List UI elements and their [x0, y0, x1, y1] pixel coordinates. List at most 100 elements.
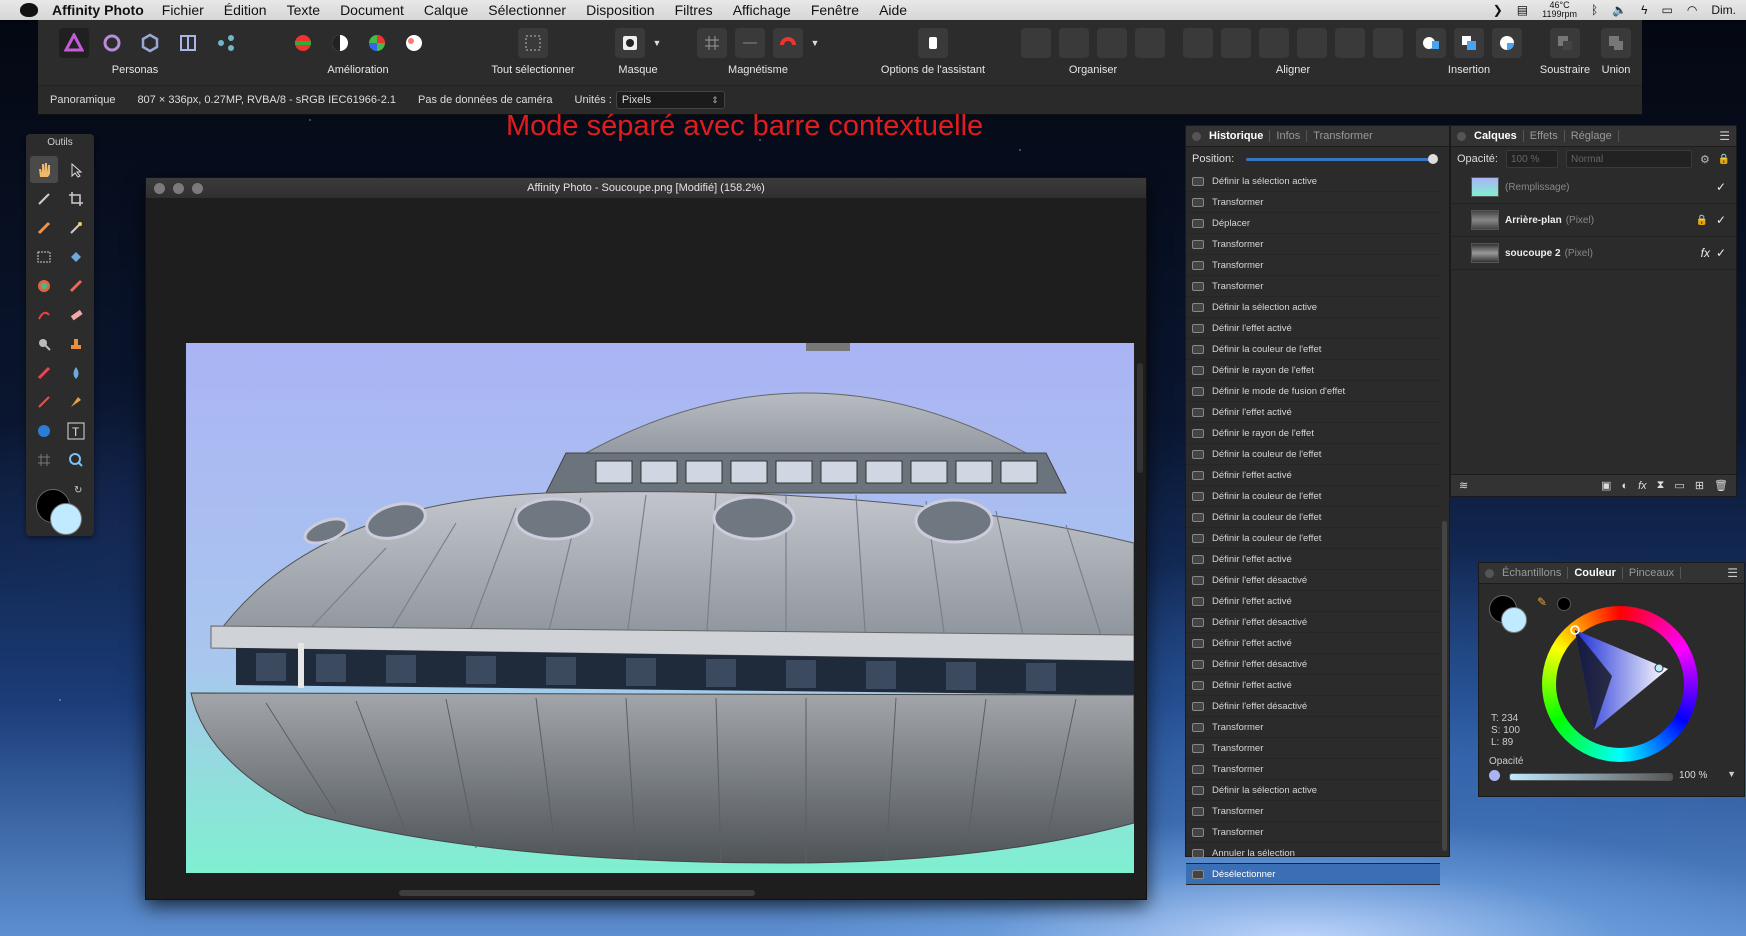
mask-icon[interactable]: [614, 28, 645, 58]
history-item[interactable]: Définir l'effet activé: [1186, 633, 1440, 654]
align-center-icon[interactable]: [1221, 28, 1251, 58]
secondary-color-swatch[interactable]: [1501, 607, 1527, 633]
shape-tool-icon[interactable]: [30, 417, 58, 444]
history-item[interactable]: Définir la couleur de l'effet: [1186, 444, 1440, 465]
battery-stack-icon[interactable]: ▤: [1517, 3, 1528, 17]
fx-icon[interactable]: fx: [1701, 246, 1710, 260]
history-position-slider[interactable]: [1246, 153, 1439, 164]
menu-calque[interactable]: Calque: [424, 2, 468, 18]
layer-row-fill[interactable]: (Remplissage) ✓: [1451, 171, 1736, 204]
red-eye-tool-icon[interactable]: [30, 388, 58, 415]
move-to-back-icon[interactable]: [1021, 28, 1051, 58]
history-item[interactable]: Définir la couleur de l'effet: [1186, 528, 1440, 549]
group-folder-icon[interactable]: ▭: [1674, 479, 1684, 492]
align-top-icon[interactable]: [1297, 28, 1327, 58]
history-item[interactable]: Déplacer: [1186, 213, 1440, 234]
align-middle-icon[interactable]: [1335, 28, 1365, 58]
history-item[interactable]: Transformer: [1186, 822, 1440, 843]
menu-fenetre[interactable]: Fenêtre: [811, 2, 859, 18]
layer-row-soucoupe[interactable]: soucoupe 2 (Pixel) fx ✓: [1451, 237, 1736, 270]
layer-visibility-check[interactable]: ✓: [1716, 213, 1726, 227]
export-persona-icon[interactable]: [211, 28, 241, 58]
panel-menu-icon[interactable]: ☰: [1719, 129, 1730, 143]
close-panel-icon[interactable]: [1192, 131, 1201, 141]
history-item[interactable]: Définir l'effet désactivé: [1186, 570, 1440, 591]
select-all-icon[interactable]: [518, 28, 548, 58]
history-item[interactable]: Définir la sélection active: [1186, 171, 1440, 192]
auto-contrast-icon[interactable]: [325, 28, 354, 58]
history-item[interactable]: Transformer: [1186, 759, 1440, 780]
history-item[interactable]: Définir l'effet activé: [1186, 591, 1440, 612]
lock-icon[interactable]: 🔒: [1696, 215, 1708, 226]
history-item[interactable]: Définir l'effet activé: [1186, 465, 1440, 486]
move-to-front-icon[interactable]: [1135, 28, 1165, 58]
layer-visibility-check[interactable]: ✓: [1716, 246, 1726, 260]
move-tool-icon[interactable]: [62, 156, 90, 183]
align-bottom-icon[interactable]: [1373, 28, 1403, 58]
tab-echantillons[interactable]: Échantillons: [1502, 567, 1569, 579]
minimize-window-button[interactable]: [173, 183, 184, 194]
history-item[interactable]: Transformer: [1186, 738, 1440, 759]
crop-tool-icon[interactable]: [62, 185, 90, 212]
wifi-icon[interactable]: ◠: [1687, 3, 1697, 17]
tab-historique[interactable]: Historique: [1209, 130, 1271, 142]
tone-mapping-persona-icon[interactable]: [173, 28, 203, 58]
adjustment-icon[interactable]: ◐: [1621, 480, 1628, 492]
liquify-persona-icon[interactable]: [97, 28, 127, 58]
insert-top-icon[interactable]: [1454, 28, 1484, 58]
selection-brush-tool-icon[interactable]: [30, 214, 58, 241]
opacity-input[interactable]: 100 %: [1505, 150, 1558, 168]
history-item[interactable]: Définir le rayon de l'effet: [1186, 423, 1440, 444]
layers-stack-icon[interactable]: ≋: [1459, 479, 1468, 492]
tab-transformer[interactable]: Transformer: [1313, 130, 1379, 142]
chevron-down-icon[interactable]: ▼: [1727, 769, 1736, 779]
menu-texte[interactable]: Texte: [287, 2, 320, 18]
move-forward-icon[interactable]: [1097, 28, 1127, 58]
auto-colors-icon[interactable]: [362, 28, 391, 58]
volume-icon[interactable]: 🔈: [1612, 3, 1627, 17]
history-item[interactable]: Définir l'effet désactivé: [1186, 696, 1440, 717]
history-item[interactable]: Définir la couleur de l'effet: [1186, 507, 1440, 528]
tab-infos[interactable]: Infos: [1276, 130, 1308, 142]
zoom-window-button[interactable]: [192, 183, 203, 194]
guides-icon[interactable]: [734, 28, 765, 58]
fill-tool-icon[interactable]: [62, 243, 90, 270]
tab-pinceaux[interactable]: Pinceaux: [1629, 567, 1682, 579]
bluetooth-icon[interactable]: ᛒ: [1591, 3, 1598, 17]
align-right-icon[interactable]: [1259, 28, 1289, 58]
color-replacement-tool-icon[interactable]: [30, 272, 58, 299]
move-back-icon[interactable]: [1059, 28, 1089, 58]
history-item[interactable]: Définir la couleur de l'effet: [1186, 339, 1440, 360]
menu-selectionner[interactable]: Sélectionner: [488, 2, 566, 18]
erase-tool-icon[interactable]: [62, 301, 90, 328]
history-scrollbar[interactable]: [1442, 521, 1447, 851]
close-window-button[interactable]: [154, 183, 165, 194]
clone-tool-icon[interactable]: [62, 330, 90, 357]
history-item[interactable]: Transformer: [1186, 801, 1440, 822]
display-icon[interactable]: ▭: [1662, 3, 1673, 17]
close-panel-icon[interactable]: [1457, 131, 1466, 141]
tab-reglage[interactable]: Réglage: [1571, 130, 1619, 142]
color-swatches[interactable]: ↻: [36, 485, 88, 537]
history-item[interactable]: Transformer: [1186, 276, 1440, 297]
arrow-icon[interactable]: ❯: [1493, 3, 1503, 17]
insert-inside-icon[interactable]: [1492, 28, 1522, 58]
color-triangle[interactable]: [1542, 606, 1698, 762]
add-layer-icon[interactable]: ⊞: [1695, 479, 1704, 492]
magic-wand-tool-icon[interactable]: [62, 214, 90, 241]
auto-white-balance-icon[interactable]: [399, 28, 428, 58]
color-swatches[interactable]: [1489, 595, 1529, 635]
power-icon[interactable]: ϟ: [1641, 3, 1647, 17]
mesh-warp-tool-icon[interactable]: [30, 446, 58, 473]
blend-mode-select[interactable]: Normal: [1565, 150, 1692, 168]
menu-affichage[interactable]: Affichage: [733, 2, 791, 18]
temperature-readout[interactable]: 46°C 1199rpm: [1542, 1, 1577, 19]
layer-row-background[interactable]: Arrière-plan (Pixel) 🔒 ✓: [1451, 204, 1736, 237]
history-item[interactable]: Définir la couleur de l'effet: [1186, 486, 1440, 507]
app-menu[interactable]: Affinity Photo: [52, 2, 144, 18]
blur-tool-icon[interactable]: [62, 359, 90, 386]
history-item[interactable]: Définir l'effet désactivé: [1186, 612, 1440, 633]
history-item[interactable]: Transformer: [1186, 255, 1440, 276]
history-item[interactable]: Définir l'effet activé: [1186, 549, 1440, 570]
history-item[interactable]: Désélectionner: [1186, 864, 1440, 885]
